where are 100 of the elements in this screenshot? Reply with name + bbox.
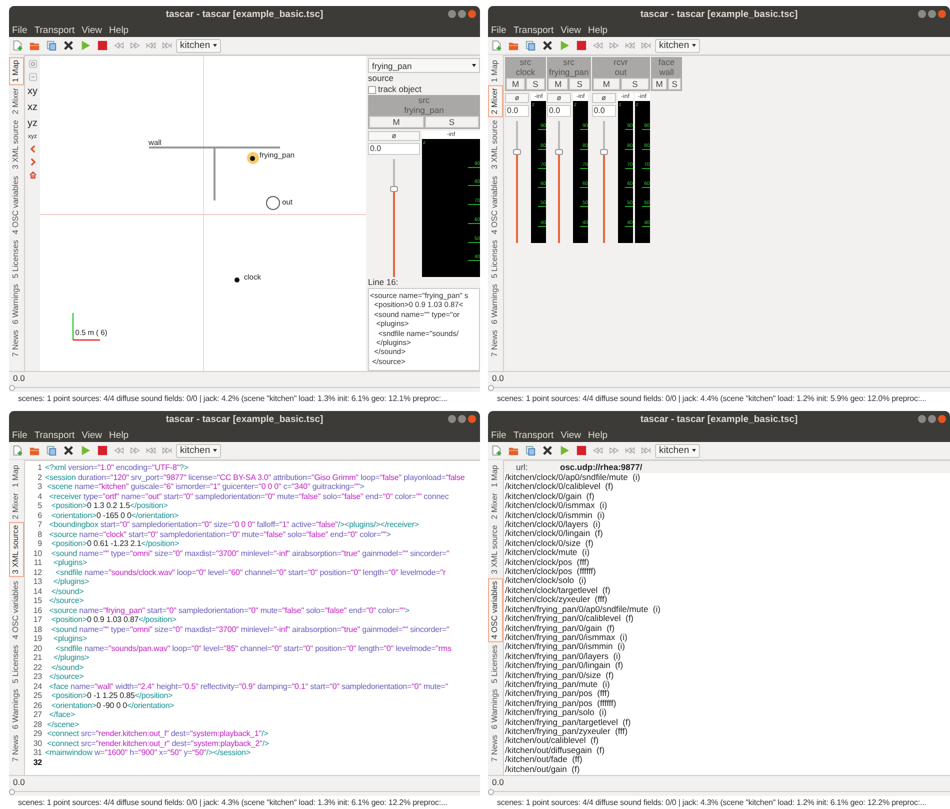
time-slider[interactable]: [9, 384, 480, 392]
solo-button[interactable]: S: [424, 116, 479, 128]
solo-button[interactable]: S: [668, 78, 682, 90]
menu-item[interactable]: File: [12, 430, 28, 440]
document-icon[interactable]: [46, 445, 57, 456]
side-tab[interactable]: 3 XML source: [9, 522, 24, 578]
osc-variable[interactable]: /kitchen/out/diffusegain (f): [505, 746, 950, 756]
skip-back-icon[interactable]: [625, 42, 635, 49]
side-tab[interactable]: 2 Mixer: [488, 85, 503, 118]
menu-item[interactable]: Help: [109, 24, 129, 36]
maximize-button[interactable]: [458, 10, 466, 18]
osc-variable[interactable]: /kitchen/frying_pan/solo (i): [505, 708, 950, 718]
osc-variable[interactable]: /kitchen/clock/solo (i): [505, 576, 950, 586]
side-tab[interactable]: 5 Licenses: [9, 642, 24, 686]
view-button[interactable]: xy: [28, 86, 38, 97]
solo-button[interactable]: S: [621, 78, 649, 90]
document-icon[interactable]: [525, 40, 536, 51]
menu-item[interactable]: View: [560, 430, 582, 440]
play-icon[interactable]: [559, 40, 570, 51]
receiver-marker[interactable]: [266, 196, 280, 210]
slider-thumb[interactable]: [9, 385, 15, 391]
home-icon[interactable]: [28, 171, 36, 179]
minimize-button[interactable]: [448, 10, 456, 18]
skip-back-icon[interactable]: [146, 42, 156, 49]
play-icon[interactable]: [80, 40, 91, 51]
gain-field[interactable]: 0.0: [505, 105, 529, 117]
osc-variable[interactable]: /kitchen/clock/0/gain (f): [505, 492, 950, 502]
osc-variable[interactable]: /kitchen/frying_pan/0/ismmax (i): [505, 632, 950, 642]
osc-variable[interactable]: /kitchen/clock/0/layers (i): [505, 520, 950, 530]
stop-icon[interactable]: [576, 445, 587, 456]
close-icon[interactable]: [63, 40, 74, 51]
fader-thumb[interactable]: [390, 186, 398, 192]
mute-button[interactable]: M: [548, 78, 568, 90]
side-tab[interactable]: 1 Map: [488, 57, 503, 86]
skip-back-icon[interactable]: [146, 447, 156, 454]
menu-item[interactable]: View: [82, 430, 102, 440]
open-folder-icon[interactable]: [508, 445, 519, 456]
fast-forward-icon[interactable]: [609, 42, 619, 49]
side-tab[interactable]: 2 Mixer: [9, 85, 24, 118]
code-editor[interactable]: [24, 460, 480, 775]
minimize-button[interactable]: [448, 415, 456, 423]
close-button[interactable]: [938, 10, 946, 18]
time-slider[interactable]: [9, 788, 480, 796]
osc-variable[interactable]: /kitchen/clock/pos (ffffff): [505, 567, 950, 576]
osc-variable[interactable]: /kitchen/frying_pan/0/layers (i): [505, 652, 950, 662]
osc-variable[interactable]: /kitchen/frying_pan/0/ismmin (i): [505, 642, 950, 652]
mute-button[interactable]: M: [369, 116, 424, 128]
side-tab[interactable]: 1 Map: [9, 462, 24, 490]
stop-icon[interactable]: [97, 445, 108, 456]
close-button[interactable]: [468, 10, 476, 18]
source-marker[interactable]: [234, 278, 240, 283]
fast-forward-icon[interactable]: [130, 447, 140, 454]
side-tab[interactable]: 7 News: [488, 732, 503, 765]
osc-variable[interactable]: /kitchen/clock/0/ismmin (i): [505, 510, 950, 520]
chevron-left-icon[interactable]: [28, 145, 36, 153]
osc-variable[interactable]: /kitchen/frying_pan/0/caliblevel (f): [505, 614, 950, 624]
new-file-icon[interactable]: [491, 445, 502, 456]
menu-item[interactable]: File: [491, 430, 506, 440]
view-button[interactable]: xz: [28, 102, 38, 113]
side-tab[interactable]: 1 Map: [9, 57, 24, 86]
close-icon[interactable]: [542, 445, 553, 456]
side-tab[interactable]: 3 XML source: [9, 117, 24, 173]
fader-thumb[interactable]: [513, 148, 521, 154]
skip-forward-icon[interactable]: [162, 42, 172, 49]
slider-thumb[interactable]: [488, 789, 494, 795]
mute-button[interactable]: M: [652, 78, 667, 90]
osc-variable[interactable]: /kitchen/clock/0/size (f): [505, 538, 950, 548]
osc-variable[interactable]: /kitchen/clock/targetlevel (f): [505, 586, 950, 596]
side-tab[interactable]: 5 Licenses: [9, 236, 24, 282]
chevron-right-icon[interactable]: [28, 158, 36, 166]
osc-variable[interactable]: /kitchen/out/gain (f): [505, 764, 950, 774]
side-tab[interactable]: 1 Map: [488, 462, 503, 490]
skip-forward-icon[interactable]: [641, 447, 651, 454]
scene-dropdown[interactable]: kitchen: [176, 444, 222, 458]
minimize-button[interactable]: [918, 10, 926, 18]
time-slider[interactable]: [488, 384, 950, 392]
mute-button[interactable]: M: [592, 78, 620, 90]
fast-forward-icon[interactable]: [609, 447, 619, 454]
side-tab[interactable]: 3 XML source: [488, 117, 503, 173]
osc-variable[interactable]: /kitchen/clock/0/lingain (f): [505, 529, 950, 539]
osc-variable[interactable]: /kitchen/clock/0/ismmax (i): [505, 501, 950, 511]
rewind-icon[interactable]: [114, 42, 124, 49]
gain-field[interactable]: 0.0: [547, 105, 571, 117]
osc-variable[interactable]: /kitchen/frying_pan/0/size (f): [505, 670, 950, 680]
skip-forward-icon[interactable]: [162, 447, 172, 454]
maximize-button[interactable]: [928, 10, 936, 18]
menu-item[interactable]: Help: [588, 24, 608, 36]
osc-variable[interactable]: /kitchen/clock/0/caliblevel (f): [505, 482, 950, 492]
menu-item[interactable]: Transport: [34, 24, 75, 36]
close-button[interactable]: [938, 415, 946, 423]
open-folder-icon[interactable]: [508, 40, 519, 51]
side-tab[interactable]: 4 OSC variables: [488, 172, 503, 237]
menu-item[interactable]: File: [491, 24, 506, 36]
menu-item[interactable]: View: [560, 24, 582, 36]
rewind-icon[interactable]: [114, 447, 124, 454]
object-dropdown[interactable]: frying_pan: [368, 58, 480, 73]
osc-variable[interactable]: /kitchen/clock/mute (i): [505, 548, 950, 558]
side-tab[interactable]: 6 Warnings: [488, 686, 503, 732]
close-icon[interactable]: [542, 40, 553, 51]
open-folder-icon[interactable]: [29, 40, 40, 51]
